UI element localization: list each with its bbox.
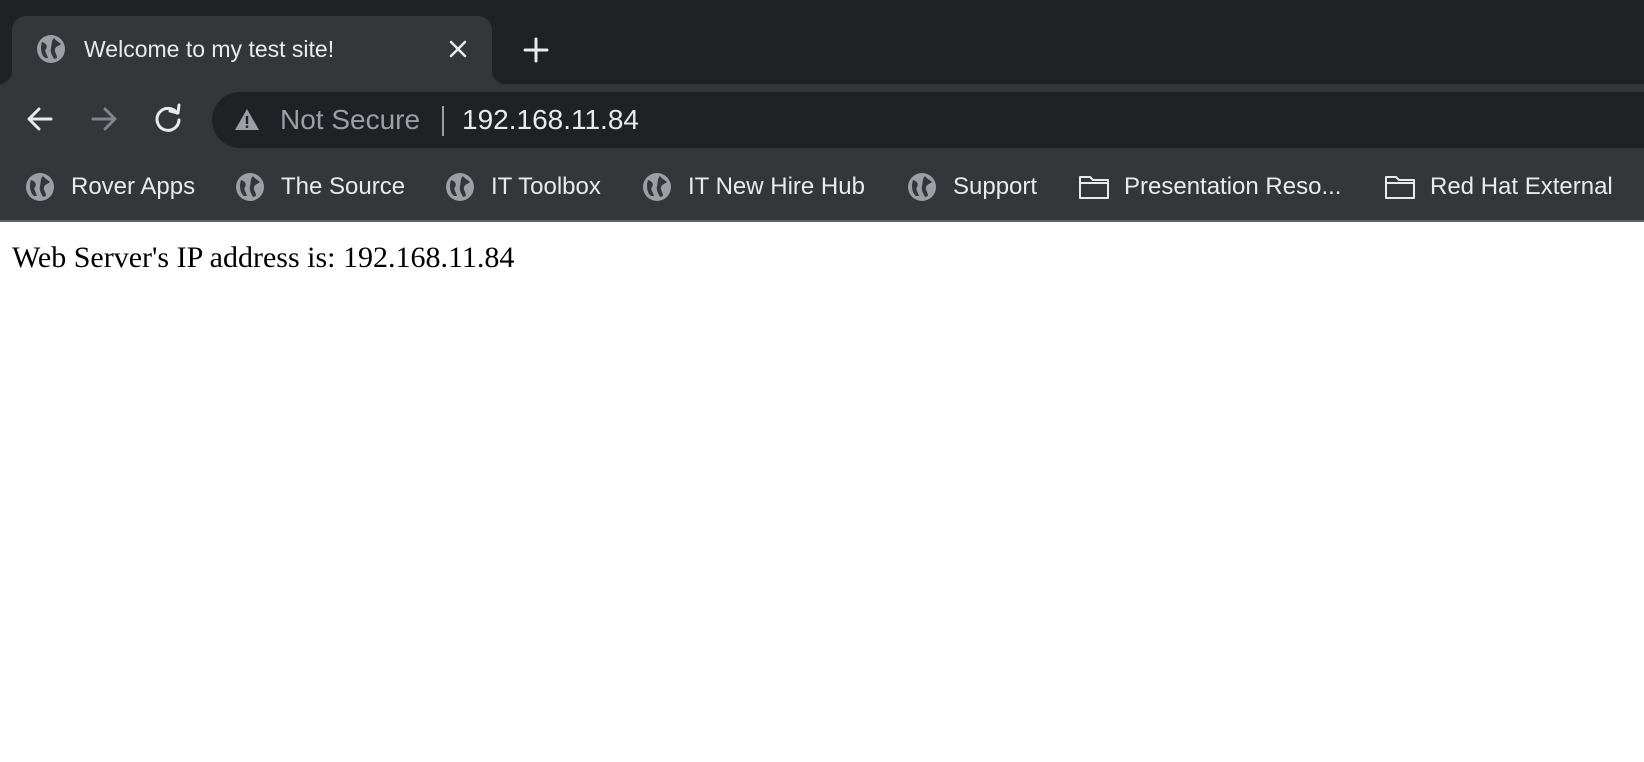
globe-icon xyxy=(236,173,264,201)
bookmark-label: Presentation Reso... xyxy=(1124,173,1342,200)
reload-icon[interactable] xyxy=(150,101,186,137)
globe-icon xyxy=(26,173,54,201)
folder-icon xyxy=(1385,176,1415,199)
omnibox-divider xyxy=(442,106,444,136)
warning-icon[interactable] xyxy=(234,107,260,133)
url-text[interactable]: 192.168.11.84 xyxy=(462,105,639,135)
browser-chrome: Welcome to my test site! Not Secure 192.… xyxy=(0,0,1644,222)
active-tab[interactable]: Welcome to my test site! xyxy=(0,16,506,84)
bookmark-label: IT New Hire Hub xyxy=(688,173,865,200)
tab-strip: Welcome to my test site! xyxy=(0,0,1644,84)
page-body-text: Web Server's IP address is: 192.168.11.8… xyxy=(12,241,515,274)
bookmark-label: Support xyxy=(953,173,1038,200)
bookmark-label: The Source xyxy=(281,173,406,200)
globe-icon xyxy=(643,173,671,201)
close-tab-icon[interactable] xyxy=(446,37,470,61)
globe-icon xyxy=(446,173,474,201)
globe-icon xyxy=(37,35,65,63)
folder-icon xyxy=(1079,176,1109,199)
forward-arrow-icon[interactable] xyxy=(86,101,122,137)
tab-title: Welcome to my test site! xyxy=(84,36,335,62)
bookmark-label: IT Toolbox xyxy=(491,173,601,200)
bookmark-label: Rover Apps xyxy=(71,173,196,200)
back-arrow-icon[interactable] xyxy=(22,101,58,137)
security-label[interactable]: Not Secure xyxy=(280,105,420,135)
bookmarks-bar: Rover Apps The Source IT Toolbox IT New … xyxy=(0,154,1644,222)
toolbar: Not Secure 192.168.11.84 xyxy=(0,84,1644,154)
globe-icon xyxy=(908,173,936,201)
new-tab-icon[interactable] xyxy=(520,34,552,66)
bookmark-label: Red Hat External xyxy=(1430,173,1613,200)
address-bar[interactable]: Not Secure 192.168.11.84 xyxy=(212,92,1644,148)
